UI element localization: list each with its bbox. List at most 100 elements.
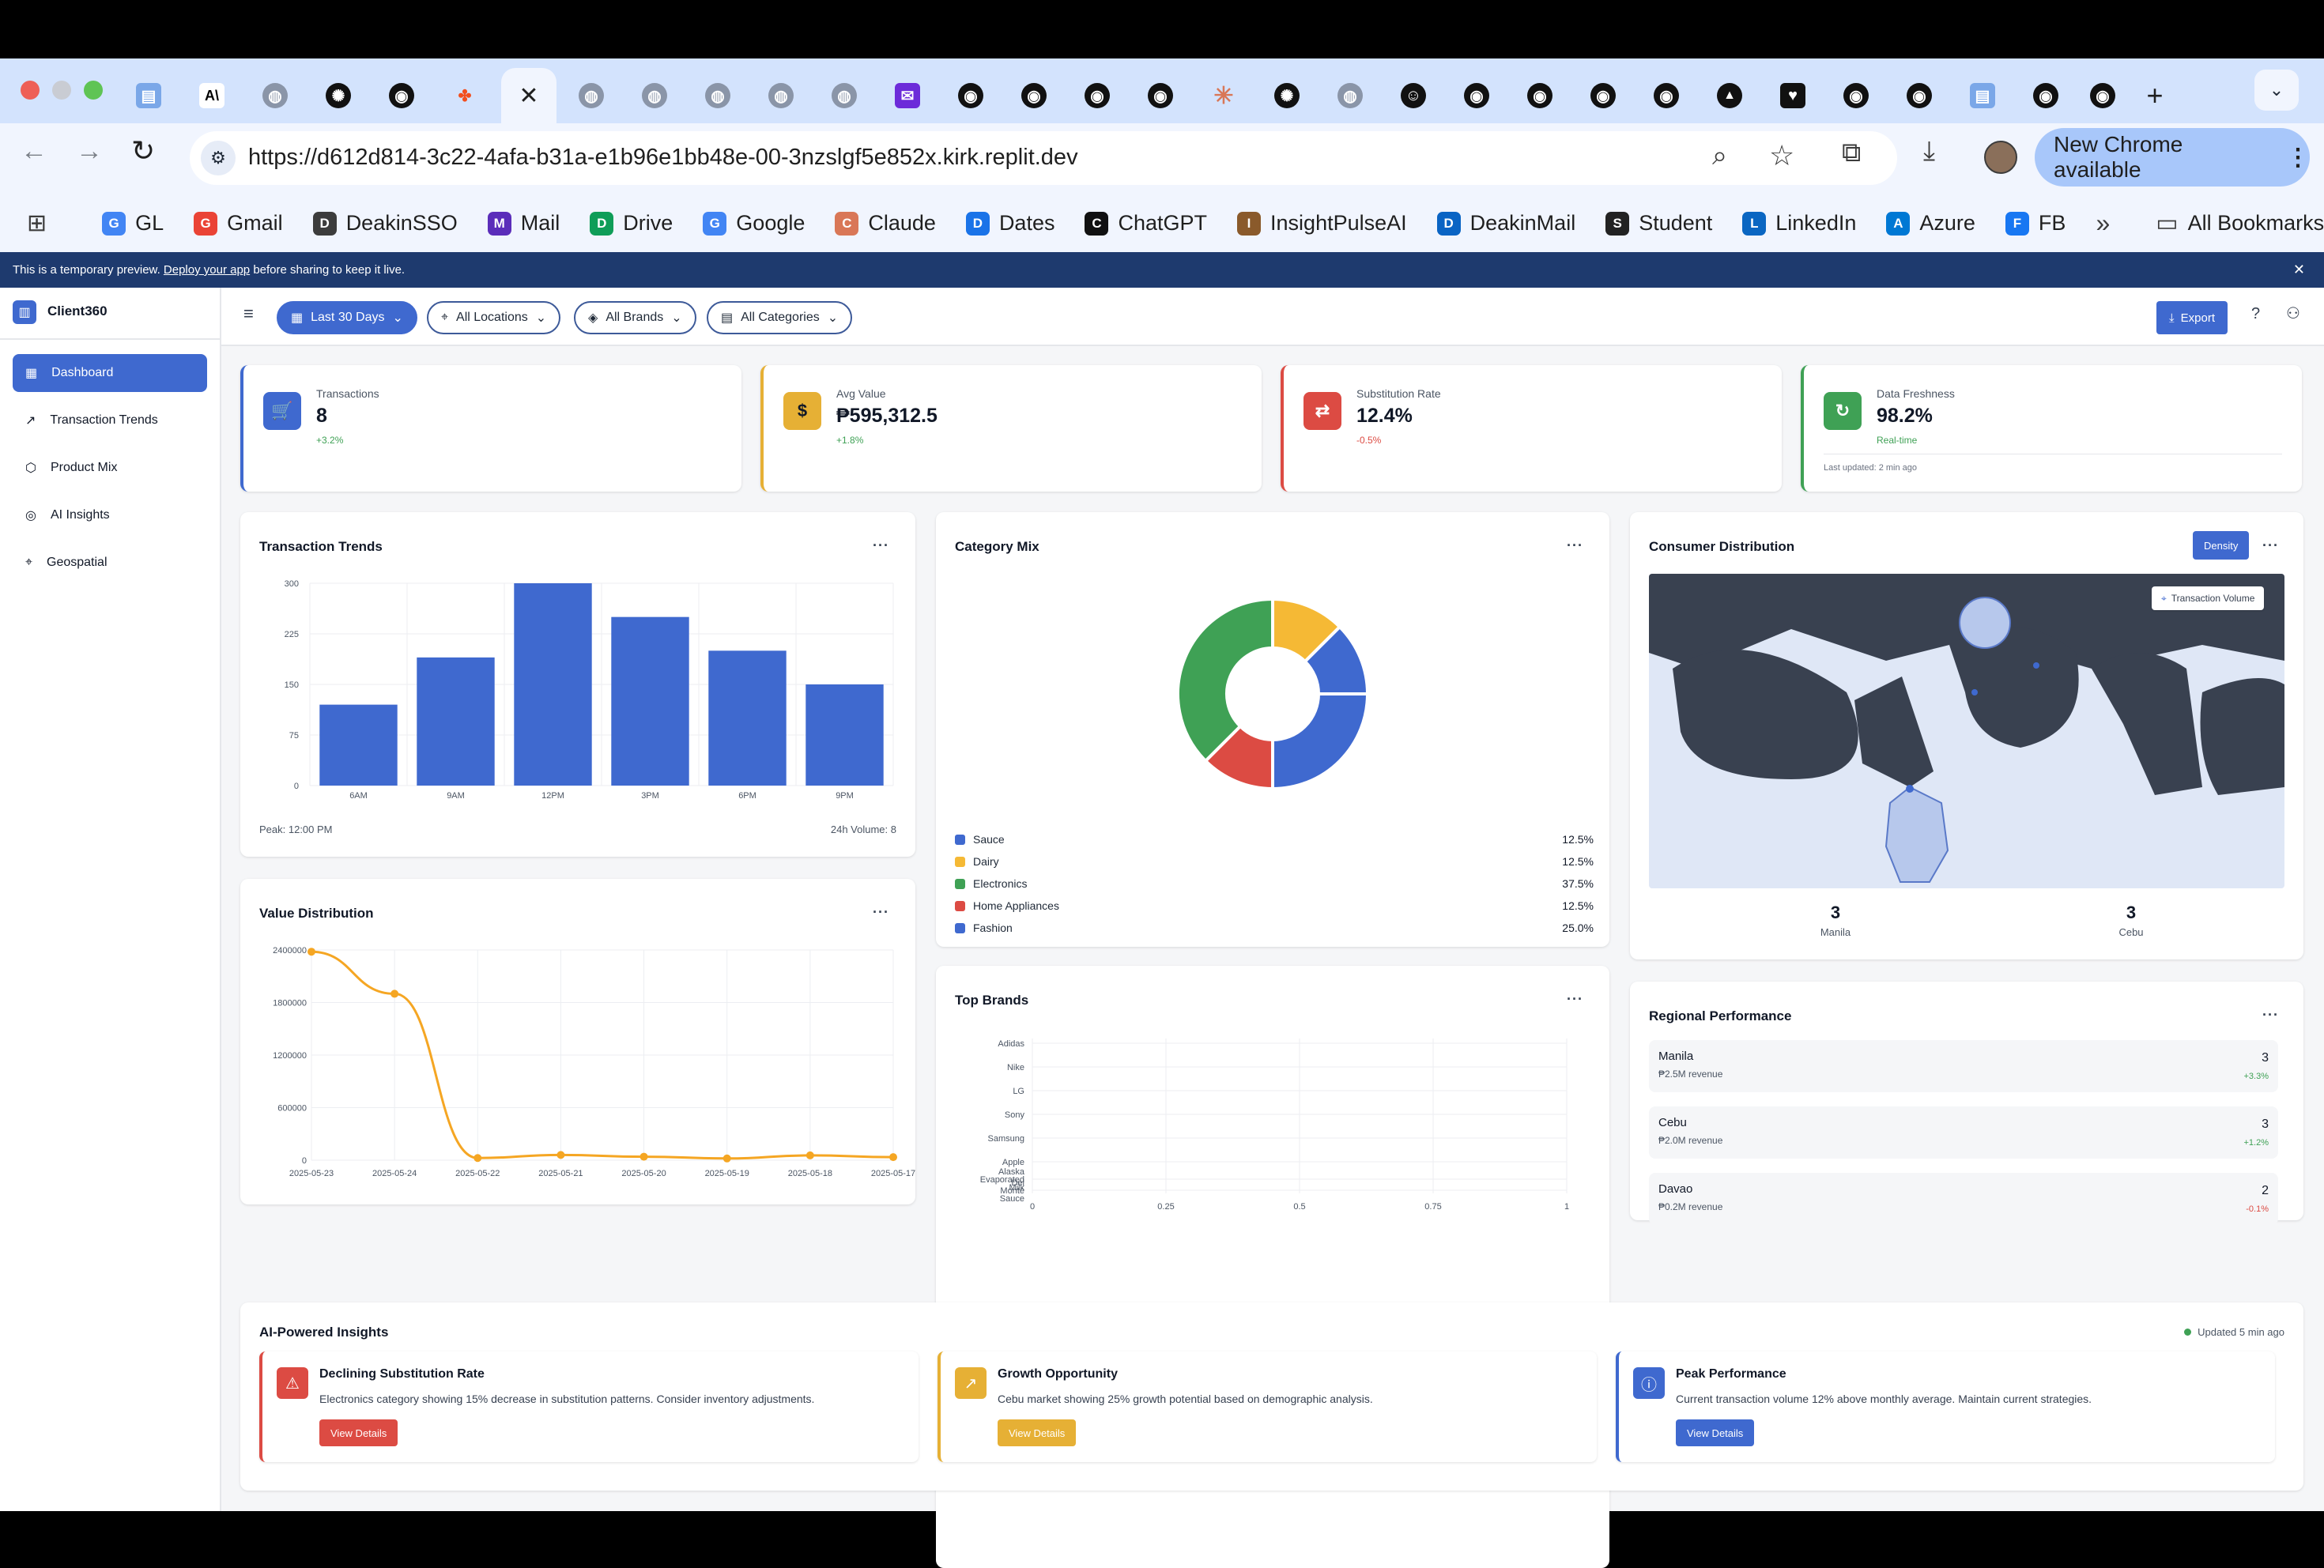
bookmark-item[interactable]: C Claude [835, 211, 936, 236]
map-marker[interactable] [2033, 662, 2039, 669]
profile-avatar[interactable] [1984, 141, 2017, 174]
bookmark-item[interactable]: L LinkedIn [1742, 211, 1856, 236]
data-point[interactable] [556, 1151, 565, 1159]
more-options-icon[interactable]: ··· [1567, 991, 1583, 1008]
view-details-button[interactable]: View Details [998, 1419, 1077, 1446]
legend-item[interactable]: Fashion 25.0% [955, 917, 1594, 939]
browser-tab[interactable]: ✉ [876, 68, 939, 123]
close-tab-icon[interactable]: ✕ [519, 82, 538, 110]
export-button[interactable]: ⤓ Export [2156, 301, 2228, 334]
browser-tab[interactable]: ◉ [1002, 68, 1066, 123]
region-row-cebu[interactable]: Cebu ₱2.0M revenue 3 +1.2% [1649, 1106, 2278, 1159]
location-filter[interactable]: ⌖ All Locations ⌄ [427, 301, 561, 334]
browser-tab[interactable]: ◉ [2071, 68, 2134, 123]
close-banner-icon[interactable]: ✕ [2293, 262, 2305, 278]
browser-tab[interactable]: ◉ [370, 68, 433, 123]
browser-tab[interactable]: ◉ [1824, 68, 1888, 123]
bar-9PM[interactable] [805, 684, 884, 786]
nav-item-ai-insights[interactable]: ◎ AI Insights [13, 496, 207, 534]
more-options-icon[interactable]: ··· [2262, 1007, 2279, 1023]
browser-tab[interactable]: A\ [180, 68, 243, 123]
more-options-icon[interactable]: ··· [2262, 537, 2279, 554]
bookmark-item[interactable]: D Drive [590, 211, 673, 236]
active-browser-tab[interactable]: ✕ [501, 68, 556, 123]
legend-item[interactable]: Dairy 12.5% [955, 850, 1594, 873]
category-filter[interactable]: ▤ All Categories ⌄ [707, 301, 853, 334]
bar-9AM[interactable] [417, 657, 495, 786]
bookmark-item[interactable]: M Mail [487, 211, 560, 236]
apps-grid-icon[interactable]: ⊞ [27, 209, 47, 237]
new-tab-button[interactable]: + [2131, 68, 2179, 123]
browser-tab[interactable]: ✺ [307, 68, 370, 123]
maximize-window-button[interactable] [84, 81, 103, 100]
minimize-window-button[interactable] [52, 81, 71, 100]
browser-tab[interactable]: ◍ [686, 68, 749, 123]
browser-tab[interactable]: ▲ [1698, 68, 1761, 123]
browser-tab[interactable]: ◍ [560, 68, 623, 123]
more-options-icon[interactable]: ··· [873, 904, 889, 921]
browser-tab[interactable]: ▤ [117, 68, 180, 123]
browser-tab[interactable]: ◉ [1066, 68, 1129, 123]
browser-tab[interactable]: ◉ [1445, 68, 1508, 123]
browser-tab[interactable]: ☺ [1382, 68, 1445, 123]
more-options-icon[interactable]: ··· [873, 537, 889, 554]
reload-icon[interactable]: ↻ [131, 134, 155, 168]
bookmark-item[interactable]: G GL [102, 211, 164, 236]
nav-item-product-mix[interactable]: ⬡ Product Mix [13, 449, 207, 487]
map-marker[interactable] [1906, 785, 1914, 793]
more-bookmarks-icon[interactable]: » [2096, 209, 2110, 238]
close-window-button[interactable] [21, 81, 40, 100]
tab-search-button[interactable]: ⌄ [2254, 70, 2299, 111]
browser-tab[interactable]: ◍ [749, 68, 813, 123]
help-icon[interactable]: ? [2251, 305, 2260, 323]
deploy-link[interactable]: Deploy your app [164, 263, 250, 277]
bookmark-item[interactable]: D Dates [965, 211, 1054, 236]
browser-tab[interactable]: ◍ [623, 68, 686, 123]
donut-slice-fashion[interactable] [1271, 692, 1370, 791]
region-row-davao[interactable]: Davao ₱0.2M revenue 2 -0.1% [1649, 1173, 2278, 1225]
browser-tab[interactable]: ♥ [1761, 68, 1824, 123]
browser-tab[interactable]: ◉ [1888, 68, 1951, 123]
bookmark-item[interactable]: G Google [703, 211, 805, 236]
region-row-manila[interactable]: Manila ₱2.5M revenue 3 +3.3% [1649, 1040, 2278, 1092]
browser-tab[interactable]: ◉ [1635, 68, 1698, 123]
bookmark-item[interactable]: F FB [2005, 211, 2066, 236]
site-info-icon[interactable]: ⚙ [201, 141, 236, 175]
browser-tab[interactable]: ◉ [1571, 68, 1635, 123]
download-icon[interactable]: ⤓ [1923, 136, 1935, 167]
user-icon[interactable]: ⚇ [2286, 303, 2300, 323]
view-details-button[interactable]: View Details [319, 1419, 398, 1446]
browser-tab[interactable]: ◍ [813, 68, 876, 123]
view-details-button[interactable]: View Details [1676, 1419, 1755, 1446]
date-filter[interactable]: ▦ Last 30 Days ⌄ [277, 301, 417, 334]
brand-filter[interactable]: ◈ All Brands ⌄ [574, 301, 696, 334]
bar-12PM[interactable] [514, 583, 592, 786]
bar-6AM[interactable] [319, 704, 398, 786]
browser-tab[interactable]: ◍ [1319, 68, 1382, 123]
data-point[interactable] [722, 1154, 731, 1163]
nav-item-geospatial[interactable]: ⌖ Geospatial [13, 544, 207, 582]
data-point[interactable] [805, 1151, 814, 1159]
nav-item-transaction-trends[interactable]: ↗ Transaction Trends [13, 401, 207, 439]
bookmark-star-icon[interactable]: ☆ [1769, 139, 1794, 172]
map-marker[interactable] [1971, 689, 1978, 695]
map-region-shape[interactable] [1884, 786, 1949, 883]
more-options-icon[interactable]: ··· [1567, 537, 1583, 554]
bookmark-item[interactable]: C ChatGPT [1085, 211, 1207, 236]
bookmark-item[interactable]: S Student [1605, 211, 1712, 236]
bar-3PM[interactable] [611, 616, 689, 786]
bookmark-item[interactable]: G Gmail [194, 211, 283, 236]
data-point[interactable] [889, 1153, 897, 1162]
forward-icon[interactable]: → [76, 136, 103, 167]
data-point[interactable] [639, 1152, 648, 1161]
data-point[interactable] [307, 948, 315, 956]
bar-6PM[interactable] [708, 650, 787, 786]
legend-item[interactable]: Electronics 37.5% [955, 873, 1594, 895]
map-density-bubble[interactable] [1959, 597, 2011, 649]
browser-tab[interactable]: ◉ [939, 68, 1002, 123]
nav-item-dashboard[interactable]: ▦ Dashboard [13, 354, 207, 392]
bookmark-item[interactable]: D DeakinMail [1436, 211, 1575, 236]
all-bookmarks-button[interactable]: ▭ All Bookmarks [2156, 209, 2324, 237]
browser-tab[interactable]: ✤ [433, 68, 496, 123]
legend-item[interactable]: Sauce 12.5% [955, 828, 1594, 850]
